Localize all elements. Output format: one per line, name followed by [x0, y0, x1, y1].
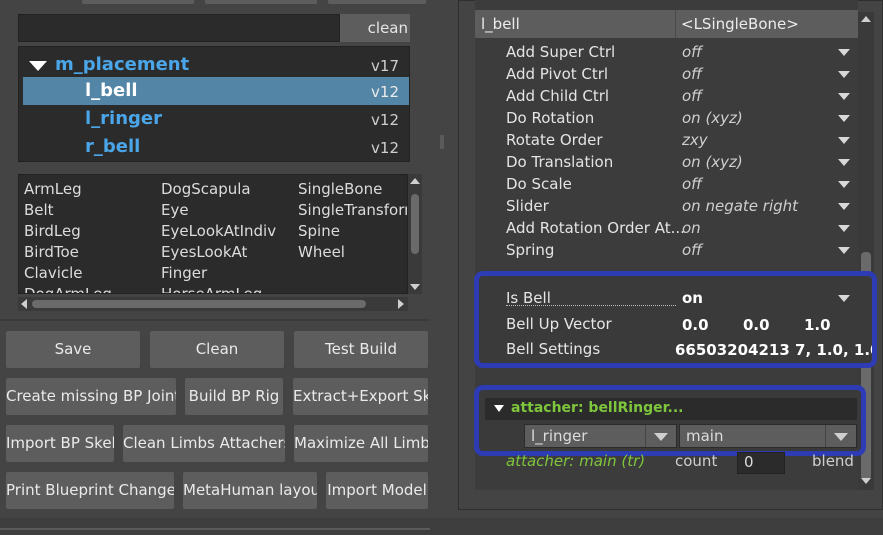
attacher-target-select[interactable]: main — [679, 424, 857, 448]
module-list-vscrollbar[interactable] — [408, 174, 422, 294]
tree-item[interactable]: l_ringer v12 — [23, 105, 409, 133]
scroll-thumb[interactable] — [32, 300, 366, 308]
test-build-button[interactable]: Test Build — [294, 331, 428, 368]
clear-button[interactable]: clean — [340, 14, 410, 42]
list-item[interactable]: Belt — [24, 201, 54, 219]
bottom-strip — [0, 518, 883, 535]
top-button-2[interactable] — [205, 0, 317, 4]
chevron-down-icon — [654, 433, 668, 441]
clean-button[interactable]: Clean — [150, 331, 284, 368]
maximize-all-limbs-button[interactable]: Maximize All Limb — [294, 425, 428, 462]
list-item[interactable]: ArmLeg — [24, 180, 82, 198]
chevron-down-icon — [834, 433, 848, 441]
list-item[interactable]: Wheel — [298, 243, 345, 261]
scroll-up-icon[interactable] — [861, 16, 871, 22]
attribute-row[interactable]: Do Scale off — [475, 174, 858, 196]
is-bell-row[interactable]: Is Bell on — [479, 286, 872, 310]
module-list-hscrollbar[interactable] — [18, 297, 408, 311]
list-item[interactable]: HorseArmLeg — [161, 285, 262, 293]
list-item[interactable]: Finger — [161, 264, 207, 282]
list-item[interactable]: BirdToe — [24, 243, 79, 261]
scroll-left-icon[interactable] — [21, 299, 27, 309]
attacher-highlight: attacher: bellRinger... l_ringer main — [474, 385, 866, 456]
attribute-row[interactable]: Do Rotation on (xyz) — [475, 108, 858, 130]
bell-settings-row[interactable]: Bell Settings 66503204213 7, 1.0, 1.0)} — [479, 337, 872, 361]
scroll-up-icon[interactable] — [410, 178, 420, 184]
attribute-row[interactable]: Rotate Order zxy — [475, 130, 858, 152]
bell-attributes-highlight: Is Bell on Bell Up Vector 0.0 0.0 1.0 Be… — [474, 271, 877, 368]
attribute-row[interactable]: Add Pivot Ctrl off — [475, 64, 858, 86]
tree-item[interactable]: m_placement v17 — [23, 51, 409, 79]
dropdown-arrow-icon[interactable] — [838, 71, 850, 78]
dropdown-arrow-icon[interactable] — [838, 247, 850, 254]
clean-limbs-attachers-button[interactable]: Clean Limbs Attachers — [123, 425, 285, 462]
dropdown-arrow-icon[interactable] — [838, 137, 850, 144]
list-item[interactable]: DogArmLeg — [24, 285, 112, 293]
list-item[interactable]: SingleTransform — [298, 201, 407, 219]
build-bp-rig-button[interactable]: Build BP Rig — [185, 378, 283, 415]
create-missing-bp-joints-button[interactable]: Create missing BP Joints — [6, 378, 176, 415]
count-label: count — [675, 452, 718, 470]
count-input[interactable]: 0 — [737, 452, 785, 474]
scroll-thumb[interactable] — [411, 194, 419, 254]
attacher-header[interactable]: attacher: bellRinger... — [485, 398, 857, 420]
attacher-joint-select[interactable]: l_ringer — [524, 424, 677, 448]
dropdown-arrow-icon[interactable] — [838, 225, 850, 232]
search-input[interactable] — [18, 14, 340, 42]
metahuman-layout-button[interactable]: MetaHuman layout — [183, 472, 317, 509]
list-item[interactable]: EyeLookAtIndiv — [161, 222, 276, 240]
tree-item[interactable]: r_bell v12 — [23, 133, 409, 161]
list-item[interactable]: Spine — [298, 222, 340, 240]
collapse-triangle-icon[interactable] — [494, 405, 504, 412]
dropdown-arrow-icon[interactable] — [838, 181, 850, 188]
list-item[interactable]: Eye — [161, 201, 189, 219]
import-model-button[interactable]: Import Model — [326, 472, 428, 509]
module-list: ArmLeg Belt BirdLeg BirdToe Clavicle Dog… — [18, 174, 408, 294]
bell-up-vector-row[interactable]: Bell Up Vector 0.0 0.0 1.0 — [479, 312, 872, 336]
list-item[interactable]: SingleBone — [298, 180, 382, 198]
dropdown-arrow-icon[interactable] — [838, 159, 850, 166]
top-button-3[interactable] — [328, 0, 426, 4]
attribute-row[interactable]: Slider on negate right — [475, 196, 858, 218]
dropdown-arrow-icon[interactable] — [838, 93, 850, 100]
blend-label: blend — [812, 452, 854, 470]
dropdown-arrow-icon[interactable] — [838, 115, 850, 122]
left-panel: clean m_placement v17 l_bell v12 l_ringe… — [0, 0, 430, 535]
expand-triangle-icon[interactable] — [29, 61, 47, 71]
attribute-row[interactable]: Do Translation on (xyz) — [475, 152, 858, 174]
print-blueprint-changes-button[interactable]: Print Blueprint Changes — [6, 472, 174, 509]
import-bp-skel-button[interactable]: Import BP Skel — [6, 425, 114, 462]
attacher-main-label: attacher: main (tr) — [506, 452, 646, 470]
divider — [0, 319, 430, 321]
attribute-row[interactable]: Add Rotation Order At... on — [475, 218, 858, 240]
save-button[interactable]: Save — [6, 331, 140, 368]
dropdown-arrow-icon[interactable] — [838, 203, 850, 210]
attribute-header: l_bell <LSingleBone> — [475, 10, 858, 38]
list-item[interactable]: BirdLeg — [24, 222, 81, 240]
extract-export-skeleton-button[interactable]: Extract+Export Ske — [293, 378, 428, 415]
splitter-handle[interactable] — [440, 135, 444, 149]
scroll-down-icon[interactable] — [410, 284, 420, 290]
list-item[interactable]: DogScapula — [161, 180, 251, 198]
scroll-down-icon[interactable] — [861, 478, 871, 484]
list-item[interactable]: EyesLookAt — [161, 243, 247, 261]
tree-item[interactable]: l_bell v12 — [23, 77, 409, 105]
attribute-row[interactable]: Spring off — [475, 240, 858, 262]
scroll-right-icon[interactable] — [398, 299, 404, 309]
dropdown-arrow-icon[interactable] — [838, 49, 850, 56]
list-item[interactable]: Clavicle — [24, 264, 83, 282]
top-button-1[interactable] — [82, 0, 194, 4]
attribute-row[interactable]: Add Child Ctrl off — [475, 86, 858, 108]
attribute-row[interactable]: Add Super Ctrl off — [475, 42, 858, 64]
blueprint-tree: m_placement v17 l_bell v12 l_ringer v12 … — [18, 46, 410, 162]
dropdown-arrow-icon[interactable] — [838, 295, 850, 302]
